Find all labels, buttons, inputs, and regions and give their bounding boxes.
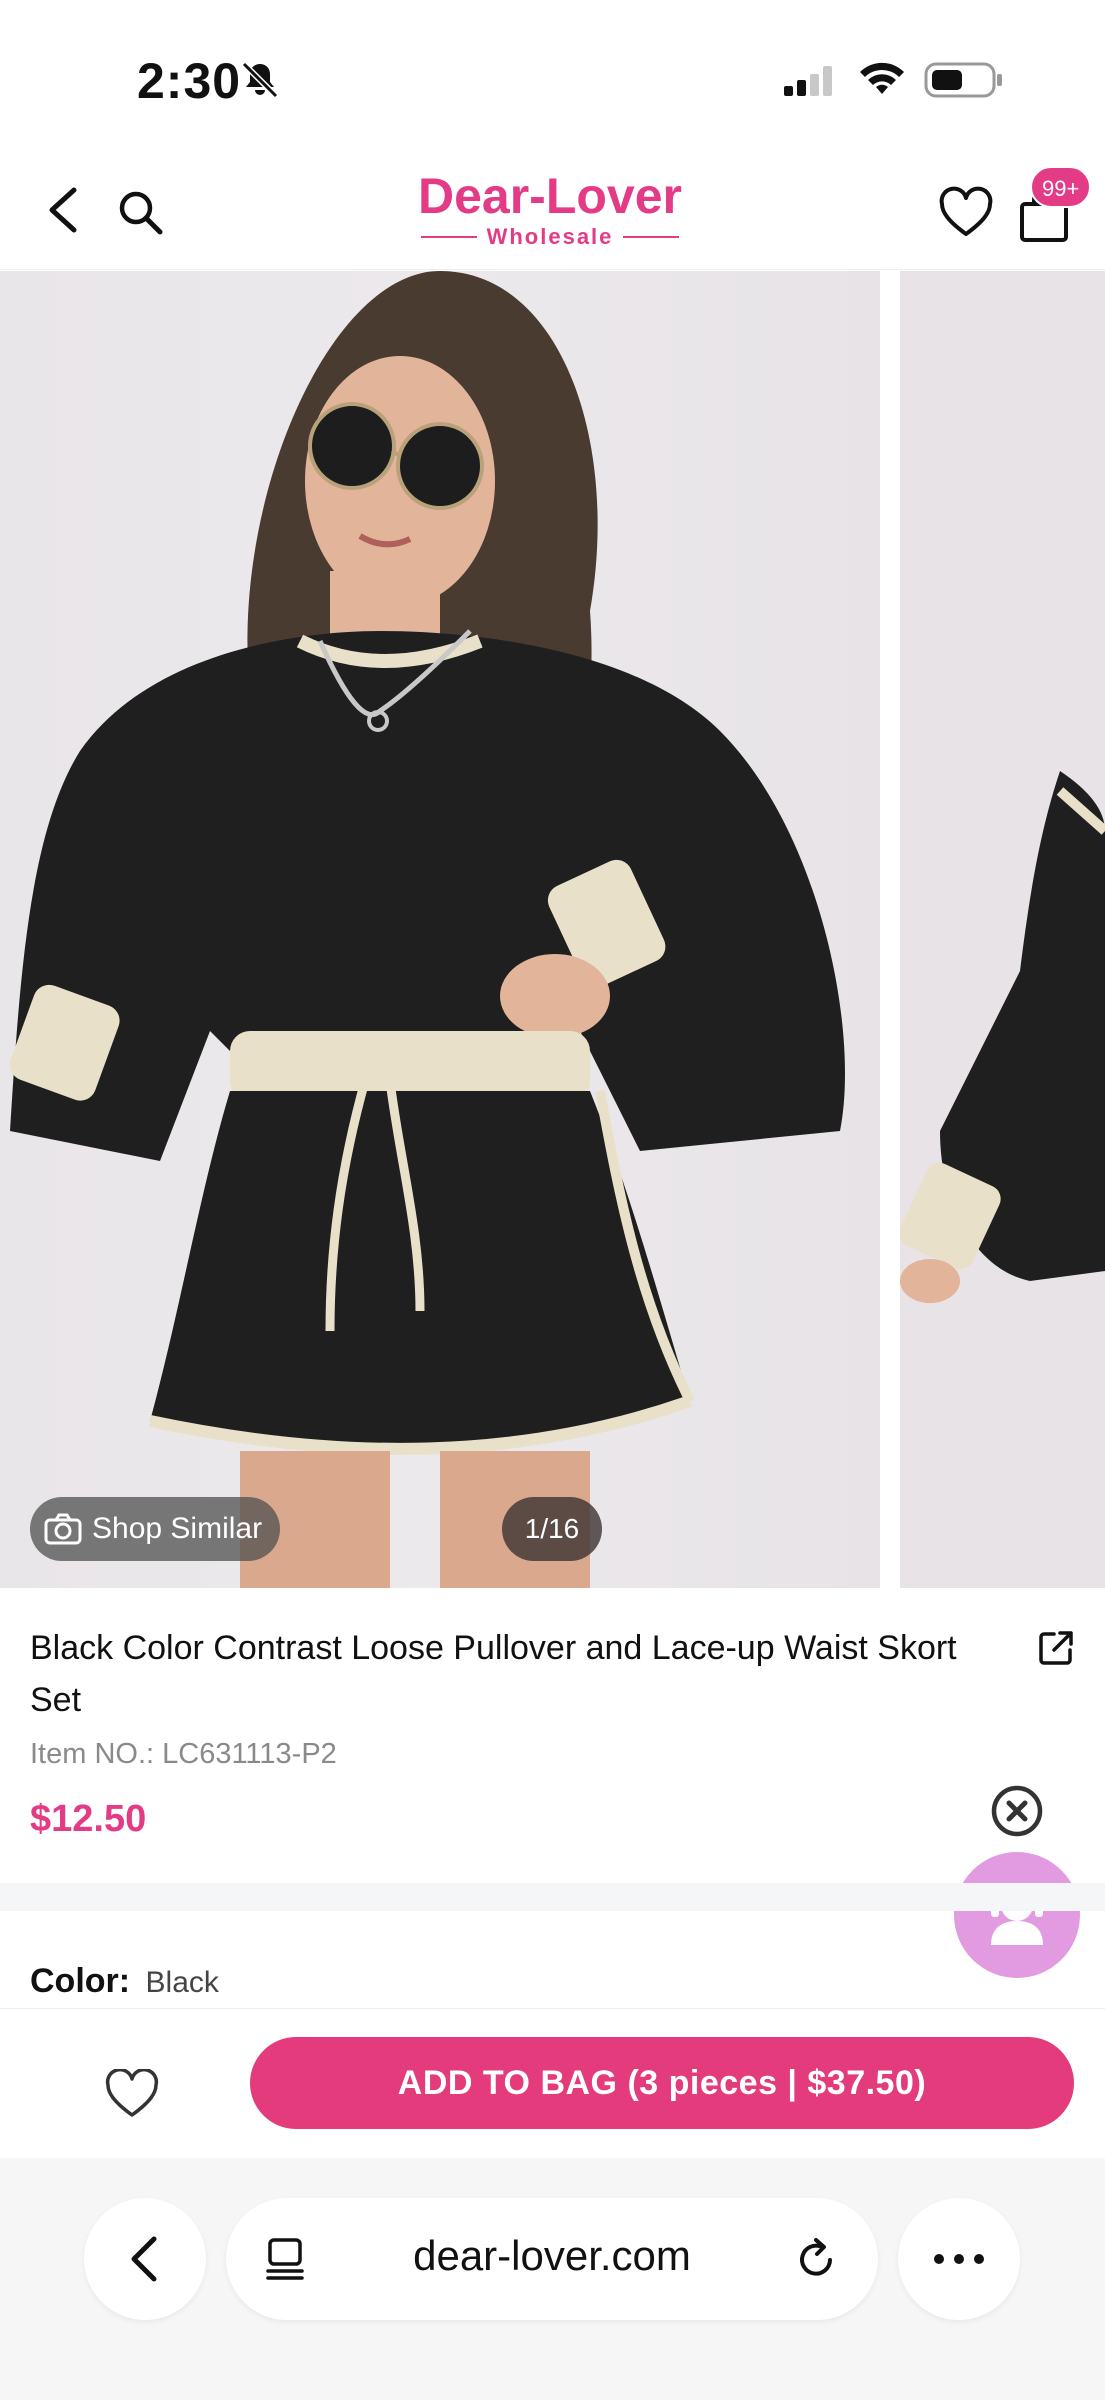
- brand-logo[interactable]: Dear-Lover Wholesale: [400, 170, 700, 260]
- color-label: Color:: [30, 1962, 131, 2000]
- customer-support-button[interactable]: [954, 1852, 1080, 1978]
- section-divider: [0, 1883, 1105, 1911]
- back-arrow-icon[interactable]: [36, 178, 96, 242]
- search-icon[interactable]: [108, 180, 172, 244]
- product-title: Black Color Contrast Loose Pullover and …: [30, 1629, 957, 1719]
- product-price: $12.50: [30, 1798, 147, 1840]
- reload-icon[interactable]: [792, 2234, 842, 2284]
- top-navigation-bar: Dear-Lover Wholesale 99+: [0, 150, 1105, 270]
- address-bar[interactable]: dear-lover.com: [226, 2198, 878, 2320]
- bottom-action-bar: ADD TO BAG (3 pieces | $37.50): [0, 2008, 1105, 2158]
- logo-subtitle: Wholesale: [400, 224, 700, 250]
- product-info-section: Black Color Contrast Loose Pullover and …: [0, 1588, 1105, 1978]
- status-bar: 2:30: [0, 0, 1105, 150]
- add-to-bag-button[interactable]: ADD TO BAG (3 pieces | $37.50): [250, 2037, 1074, 2129]
- chevron-left-icon: [131, 2236, 157, 2282]
- status-time: 2:30: [137, 53, 242, 109]
- item-number: Item NO.: LC631113-P2: [30, 1738, 337, 1770]
- more-dots-icon: [934, 2254, 984, 2264]
- wifi-icon: [860, 62, 904, 94]
- shop-similar-label: Shop Similar: [92, 1512, 263, 1545]
- product-image-carousel[interactable]: Shop Similar 1/16: [0, 271, 1105, 1588]
- product-photo[interactable]: [0, 271, 880, 1588]
- logo-sub-text: Wholesale: [486, 224, 614, 249]
- image-counter: 1/16: [502, 1497, 602, 1561]
- bell-off-icon: [241, 61, 279, 99]
- next-product-photo[interactable]: [900, 271, 1105, 1588]
- browser-back-button[interactable]: [84, 2198, 206, 2320]
- browser-toolbar: dear-lover.com: [0, 2158, 1105, 2400]
- cart-count-badge: 99+: [1030, 166, 1092, 208]
- shop-similar-button[interactable]: Shop Similar: [30, 1497, 281, 1561]
- logo-main-text: Dear-Lover: [418, 168, 682, 224]
- battery-icon: [924, 62, 1002, 98]
- cellular-signal-icon: [784, 66, 832, 96]
- wishlist-heart-icon[interactable]: [104, 2069, 160, 2121]
- close-circle-icon[interactable]: [990, 1784, 1044, 1838]
- browser-more-button[interactable]: [898, 2198, 1020, 2320]
- color-option-row: Color: Black: [30, 1962, 219, 2001]
- color-value: Black: [145, 1966, 219, 1999]
- share-icon[interactable]: [1036, 1628, 1076, 1668]
- url-text: dear-lover.com: [413, 2232, 691, 2279]
- heart-icon[interactable]: [938, 186, 994, 242]
- next-photo-illustration: [900, 771, 1105, 1303]
- camera-icon: [44, 1513, 82, 1545]
- product-photo-illustration: [9, 271, 845, 1588]
